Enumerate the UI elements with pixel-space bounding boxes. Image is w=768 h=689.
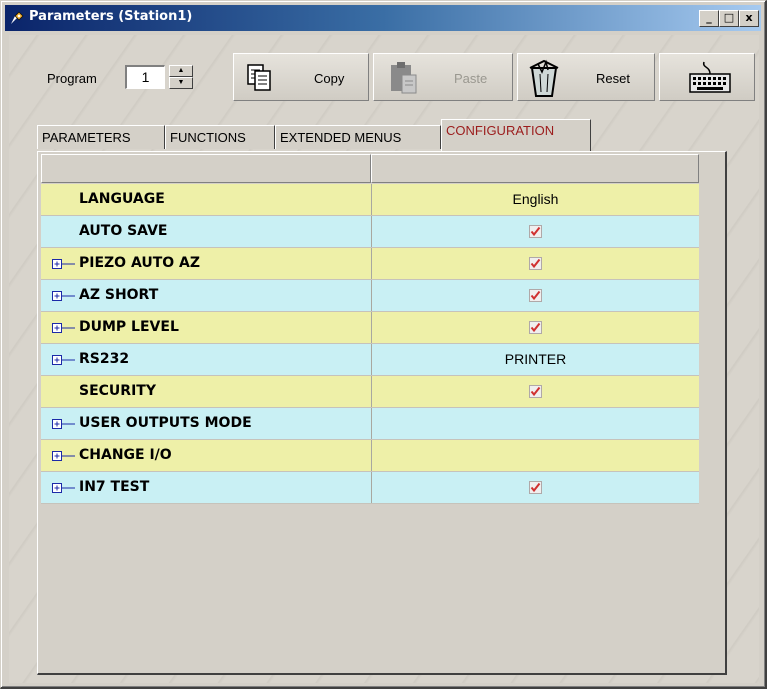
spin-down-icon[interactable]: ▼ [169, 77, 193, 89]
table-row[interactable]: CHANGE I/O [41, 440, 699, 472]
expand-icon[interactable] [51, 417, 81, 431]
program-spinner[interactable]: ▲ ▼ [169, 65, 193, 91]
table-row[interactable]: DUMP LEVEL [41, 312, 699, 344]
column-divider [371, 440, 372, 471]
checkbox[interactable] [529, 289, 542, 302]
table-row[interactable]: PIEZO AUTO AZ [41, 248, 699, 280]
column-divider [371, 216, 372, 247]
row-label: RS232 [79, 351, 130, 367]
paste-icon [391, 62, 417, 94]
header-name-column[interactable] [41, 154, 371, 183]
paste-button[interactable]: Paste [373, 53, 513, 101]
expand-icon[interactable] [51, 321, 81, 335]
expand-icon[interactable] [51, 353, 81, 367]
keyboard-button[interactable] [659, 53, 755, 101]
copy-label: Copy [314, 71, 345, 86]
column-divider [371, 376, 372, 407]
maximize-button[interactable]: □ [719, 10, 739, 27]
header-value-column[interactable] [371, 154, 699, 183]
row-label: AZ SHORT [79, 287, 159, 303]
table-row[interactable]: AZ SHORT [41, 280, 699, 312]
configuration-grid: LANGUAGE English AUTO SAVE PIEZO AUTO AZ AZ … [41, 154, 699, 504]
row-label: LANGUAGE [79, 191, 165, 207]
table-row[interactable]: LANGUAGE English [41, 184, 699, 216]
expand-icon[interactable] [51, 481, 81, 495]
program-input[interactable]: 1 [125, 65, 165, 89]
row-label: PIEZO AUTO AZ [79, 255, 201, 271]
checkbox[interactable] [529, 225, 542, 238]
expand-icon[interactable] [51, 257, 81, 271]
title-bar[interactable]: Parameters (Station1) _ □ x [5, 5, 761, 31]
row-value[interactable]: English [372, 191, 699, 207]
tab-functions[interactable]: FUNCTIONS [165, 125, 275, 149]
tab-extended-menus[interactable]: EXTENDED MENUS [275, 125, 441, 149]
table-row[interactable]: RS232 PRINTER [41, 344, 699, 376]
row-label: AUTO SAVE [79, 223, 168, 239]
table-row[interactable]: SECURITY [41, 376, 699, 408]
column-divider [371, 472, 372, 503]
table-row[interactable]: IN7 TEST [41, 472, 699, 504]
window-title: Parameters (Station1) [29, 9, 193, 24]
checkbox[interactable] [529, 321, 542, 334]
paste-label: Paste [454, 71, 488, 86]
keyboard-icon [689, 61, 731, 93]
row-label: IN7 TEST [79, 479, 150, 495]
tab-parameters[interactable]: PARAMETERS [37, 125, 165, 149]
column-divider [371, 312, 372, 343]
trash-icon [529, 59, 559, 97]
copy-button[interactable]: Copy [233, 53, 369, 101]
checkbox[interactable] [529, 385, 542, 398]
minimize-button[interactable]: _ [699, 10, 719, 27]
row-label: CHANGE I/O [79, 447, 172, 463]
table-row[interactable]: AUTO SAVE [41, 216, 699, 248]
checkbox[interactable] [529, 257, 542, 270]
expand-icon[interactable] [51, 289, 81, 303]
parameters-window: Parameters (Station1) _ □ x Program 1 ▲ … [0, 0, 767, 689]
row-label: DUMP LEVEL [79, 319, 179, 335]
reset-button[interactable]: Reset [517, 53, 655, 101]
expand-icon[interactable] [51, 449, 81, 463]
copy-icon [247, 64, 271, 91]
column-divider [371, 408, 372, 439]
reset-label: Reset [596, 71, 630, 86]
row-value[interactable]: PRINTER [372, 351, 699, 367]
column-divider [371, 280, 372, 311]
grid-header [41, 154, 699, 184]
column-divider [371, 248, 372, 279]
close-button[interactable]: x [739, 10, 759, 27]
row-label: USER OUTPUTS MODE [79, 415, 252, 431]
spin-up-icon[interactable]: ▲ [169, 65, 193, 77]
row-label: SECURITY [79, 383, 156, 399]
app-icon [11, 11, 24, 24]
tab-configuration[interactable]: CONFIGURATION [441, 119, 591, 151]
program-label: Program [47, 71, 97, 86]
table-row[interactable]: USER OUTPUTS MODE [41, 408, 699, 440]
checkbox[interactable] [529, 481, 542, 494]
